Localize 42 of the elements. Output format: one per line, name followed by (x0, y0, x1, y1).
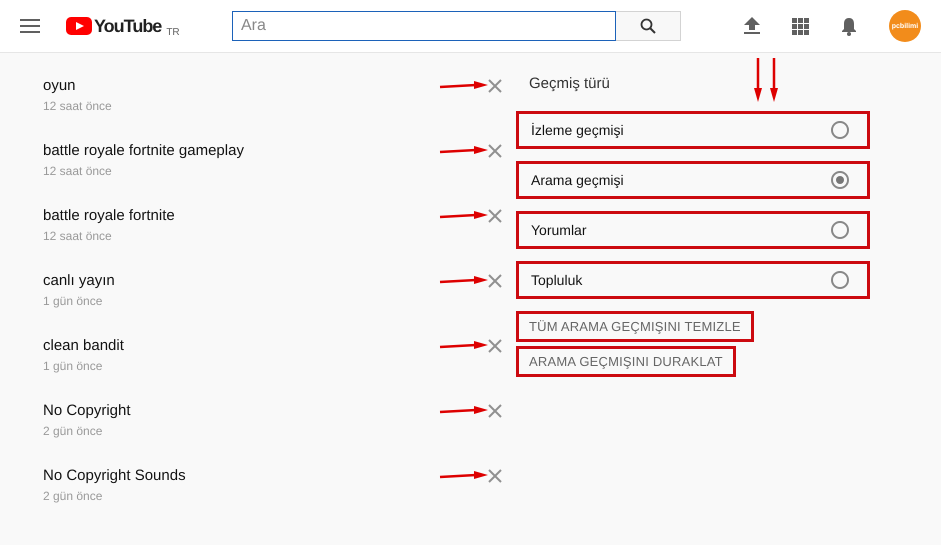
close-icon[interactable] (488, 79, 502, 93)
play-logo-icon (66, 17, 92, 35)
radio-button[interactable] (831, 121, 849, 139)
radio-button[interactable] (831, 171, 849, 189)
radio-option[interactable]: İzleme geçmişi (516, 111, 870, 149)
radio-option[interactable]: Arama geçmişi (516, 161, 870, 199)
radio-button[interactable] (831, 221, 849, 239)
close-icon[interactable] (488, 144, 502, 158)
timestamp: 1 gün önce (43, 359, 104, 373)
region-code: TR (166, 27, 180, 38)
timestamp: 12 saat önce (43, 99, 113, 113)
close-icon[interactable] (488, 209, 502, 223)
search-field[interactable]: Ara (232, 11, 616, 41)
apps-grid-icon[interactable] (792, 18, 809, 34)
search-query[interactable]: oyun (43, 77, 438, 94)
action-button[interactable]: TÜM ARAMA GEÇMIŞINI TEMIZLE (516, 311, 754, 342)
menu-icon[interactable] (20, 19, 40, 33)
search-query[interactable]: battle royale fortnite (43, 207, 438, 224)
close-icon[interactable] (488, 404, 502, 418)
logo-text[interactable]: YouTube (94, 16, 162, 36)
upload-icon[interactable] (744, 17, 760, 35)
timestamp: 2 gün önce (43, 424, 104, 438)
search-query[interactable]: No Copyright Sounds (43, 467, 438, 484)
bell-icon[interactable] (841, 16, 857, 36)
search-query[interactable]: clean bandit (43, 337, 438, 354)
search-button[interactable] (616, 11, 681, 41)
search-icon (640, 18, 656, 34)
close-icon[interactable] (488, 274, 502, 288)
search-query[interactable]: No Copyright (43, 402, 438, 419)
timestamp: 1 gün önce (43, 294, 104, 308)
radio-option[interactable]: Yorumlar (516, 211, 870, 249)
radio-button[interactable] (831, 271, 849, 289)
timestamp: 12 saat önce (43, 229, 113, 243)
close-icon[interactable] (488, 339, 502, 353)
timestamp: 2 gün önce (43, 489, 104, 503)
timestamp: 12 saat önce (43, 164, 113, 178)
action-button[interactable]: ARAMA GEÇMIŞINI DURAKLAT (516, 346, 736, 377)
section-title: Geçmiş türü (529, 75, 610, 92)
search-query[interactable]: canlı yayın (43, 272, 438, 289)
close-icon[interactable] (488, 469, 502, 483)
search-query[interactable]: battle royale fortnite gameplay (43, 142, 438, 159)
radio-option[interactable]: Topluluk (516, 261, 870, 299)
